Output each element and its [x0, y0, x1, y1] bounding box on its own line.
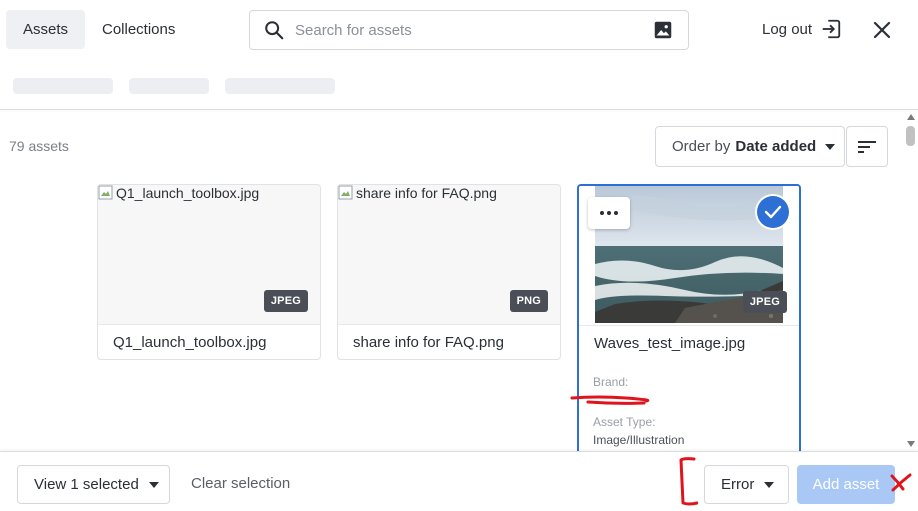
asset-thumbnail: share info for FAQ.png PNG [338, 185, 560, 324]
search-box [249, 10, 689, 50]
tab-assets[interactable]: Assets [6, 10, 86, 49]
format-badge: JPEG [263, 290, 308, 312]
filter-skeleton [13, 78, 113, 94]
metadata-label-asset-type: Asset Type: [593, 415, 656, 429]
asset-count: 79 assets [9, 138, 69, 154]
search-input[interactable] [295, 11, 652, 49]
format-badge: PNG [509, 290, 548, 312]
asset-filename: Waves_test_image.jpg [579, 325, 799, 361]
order-by-value: Date added [735, 138, 817, 155]
view-selected-label: View 1 selected [34, 476, 139, 493]
clear-selection-link[interactable]: Clear selection [191, 475, 290, 492]
check-icon [764, 205, 782, 219]
view-selected-dropdown[interactable]: View 1 selected [17, 465, 170, 504]
error-dropdown-label: Error [721, 476, 755, 493]
image-alt-text: share info for FAQ.png [356, 185, 497, 201]
asset-card[interactable]: share info for FAQ.png PNG share info fo… [337, 184, 561, 360]
logout-icon [822, 19, 841, 39]
tab-collections[interactable]: Collections [85, 10, 192, 49]
asset-picker: Assets Collections Log out 79 assets Ord… [0, 0, 918, 511]
asset-filename: Q1_launch_toolbox.jpg [98, 324, 320, 359]
asset-thumbnail: JPEG [579, 186, 799, 325]
footer-bar: View 1 selected Clear selection Error Ad… [0, 451, 918, 511]
image-alt-text: Q1_launch_toolbox.jpg [116, 185, 260, 201]
chevron-down-icon [825, 143, 836, 150]
sort-button[interactable] [846, 126, 888, 167]
scrollbar-thumb[interactable] [906, 126, 915, 146]
error-dropdown[interactable]: Error [704, 465, 789, 504]
broken-image: Q1_launch_toolbox.jpg [98, 185, 259, 201]
broken-image-icon [98, 185, 113, 200]
selected-checkmark[interactable] [757, 196, 789, 228]
chevron-down-icon [764, 481, 775, 488]
asset-filename: share info for FAQ.png [338, 324, 560, 359]
close-icon[interactable] [870, 18, 894, 42]
logout-button[interactable]: Log out [762, 14, 842, 44]
search-icon[interactable] [263, 19, 285, 41]
metadata-label-brand: Brand: [593, 375, 629, 389]
image-search-icon[interactable] [652, 19, 674, 41]
asset-card-selected[interactable]: JPEG Waves_test_image.jpg Brand: Asset T… [577, 184, 801, 456]
header-divider [0, 109, 918, 110]
more-icon [600, 211, 618, 215]
scroll-down-arrow[interactable] [906, 440, 916, 448]
scroll-up-arrow[interactable] [906, 113, 916, 121]
metadata-value-asset-type: Image/Illustration [593, 433, 685, 447]
broken-image-icon [338, 185, 353, 200]
order-by-label: Order by [672, 138, 731, 155]
add-asset-button[interactable]: Add asset [797, 465, 895, 504]
sort-icon [858, 140, 876, 153]
more-options-button[interactable] [588, 197, 630, 229]
logout-label: Log out [762, 20, 813, 38]
broken-image: share info for FAQ.png [338, 185, 497, 201]
format-badge: JPEG [742, 291, 787, 313]
order-by-dropdown[interactable]: Order by Date added [655, 126, 845, 167]
asset-thumbnail: Q1_launch_toolbox.jpg JPEG [98, 185, 320, 324]
asset-card[interactable]: Q1_launch_toolbox.jpg JPEG Q1_launch_too… [97, 184, 321, 360]
filter-skeleton [225, 78, 335, 94]
chevron-down-icon [148, 481, 159, 488]
filter-skeleton [129, 78, 209, 94]
asset-metadata: Brand: Asset Type: Image/Illustration [579, 361, 799, 447]
metadata-value-brand [593, 393, 799, 415]
